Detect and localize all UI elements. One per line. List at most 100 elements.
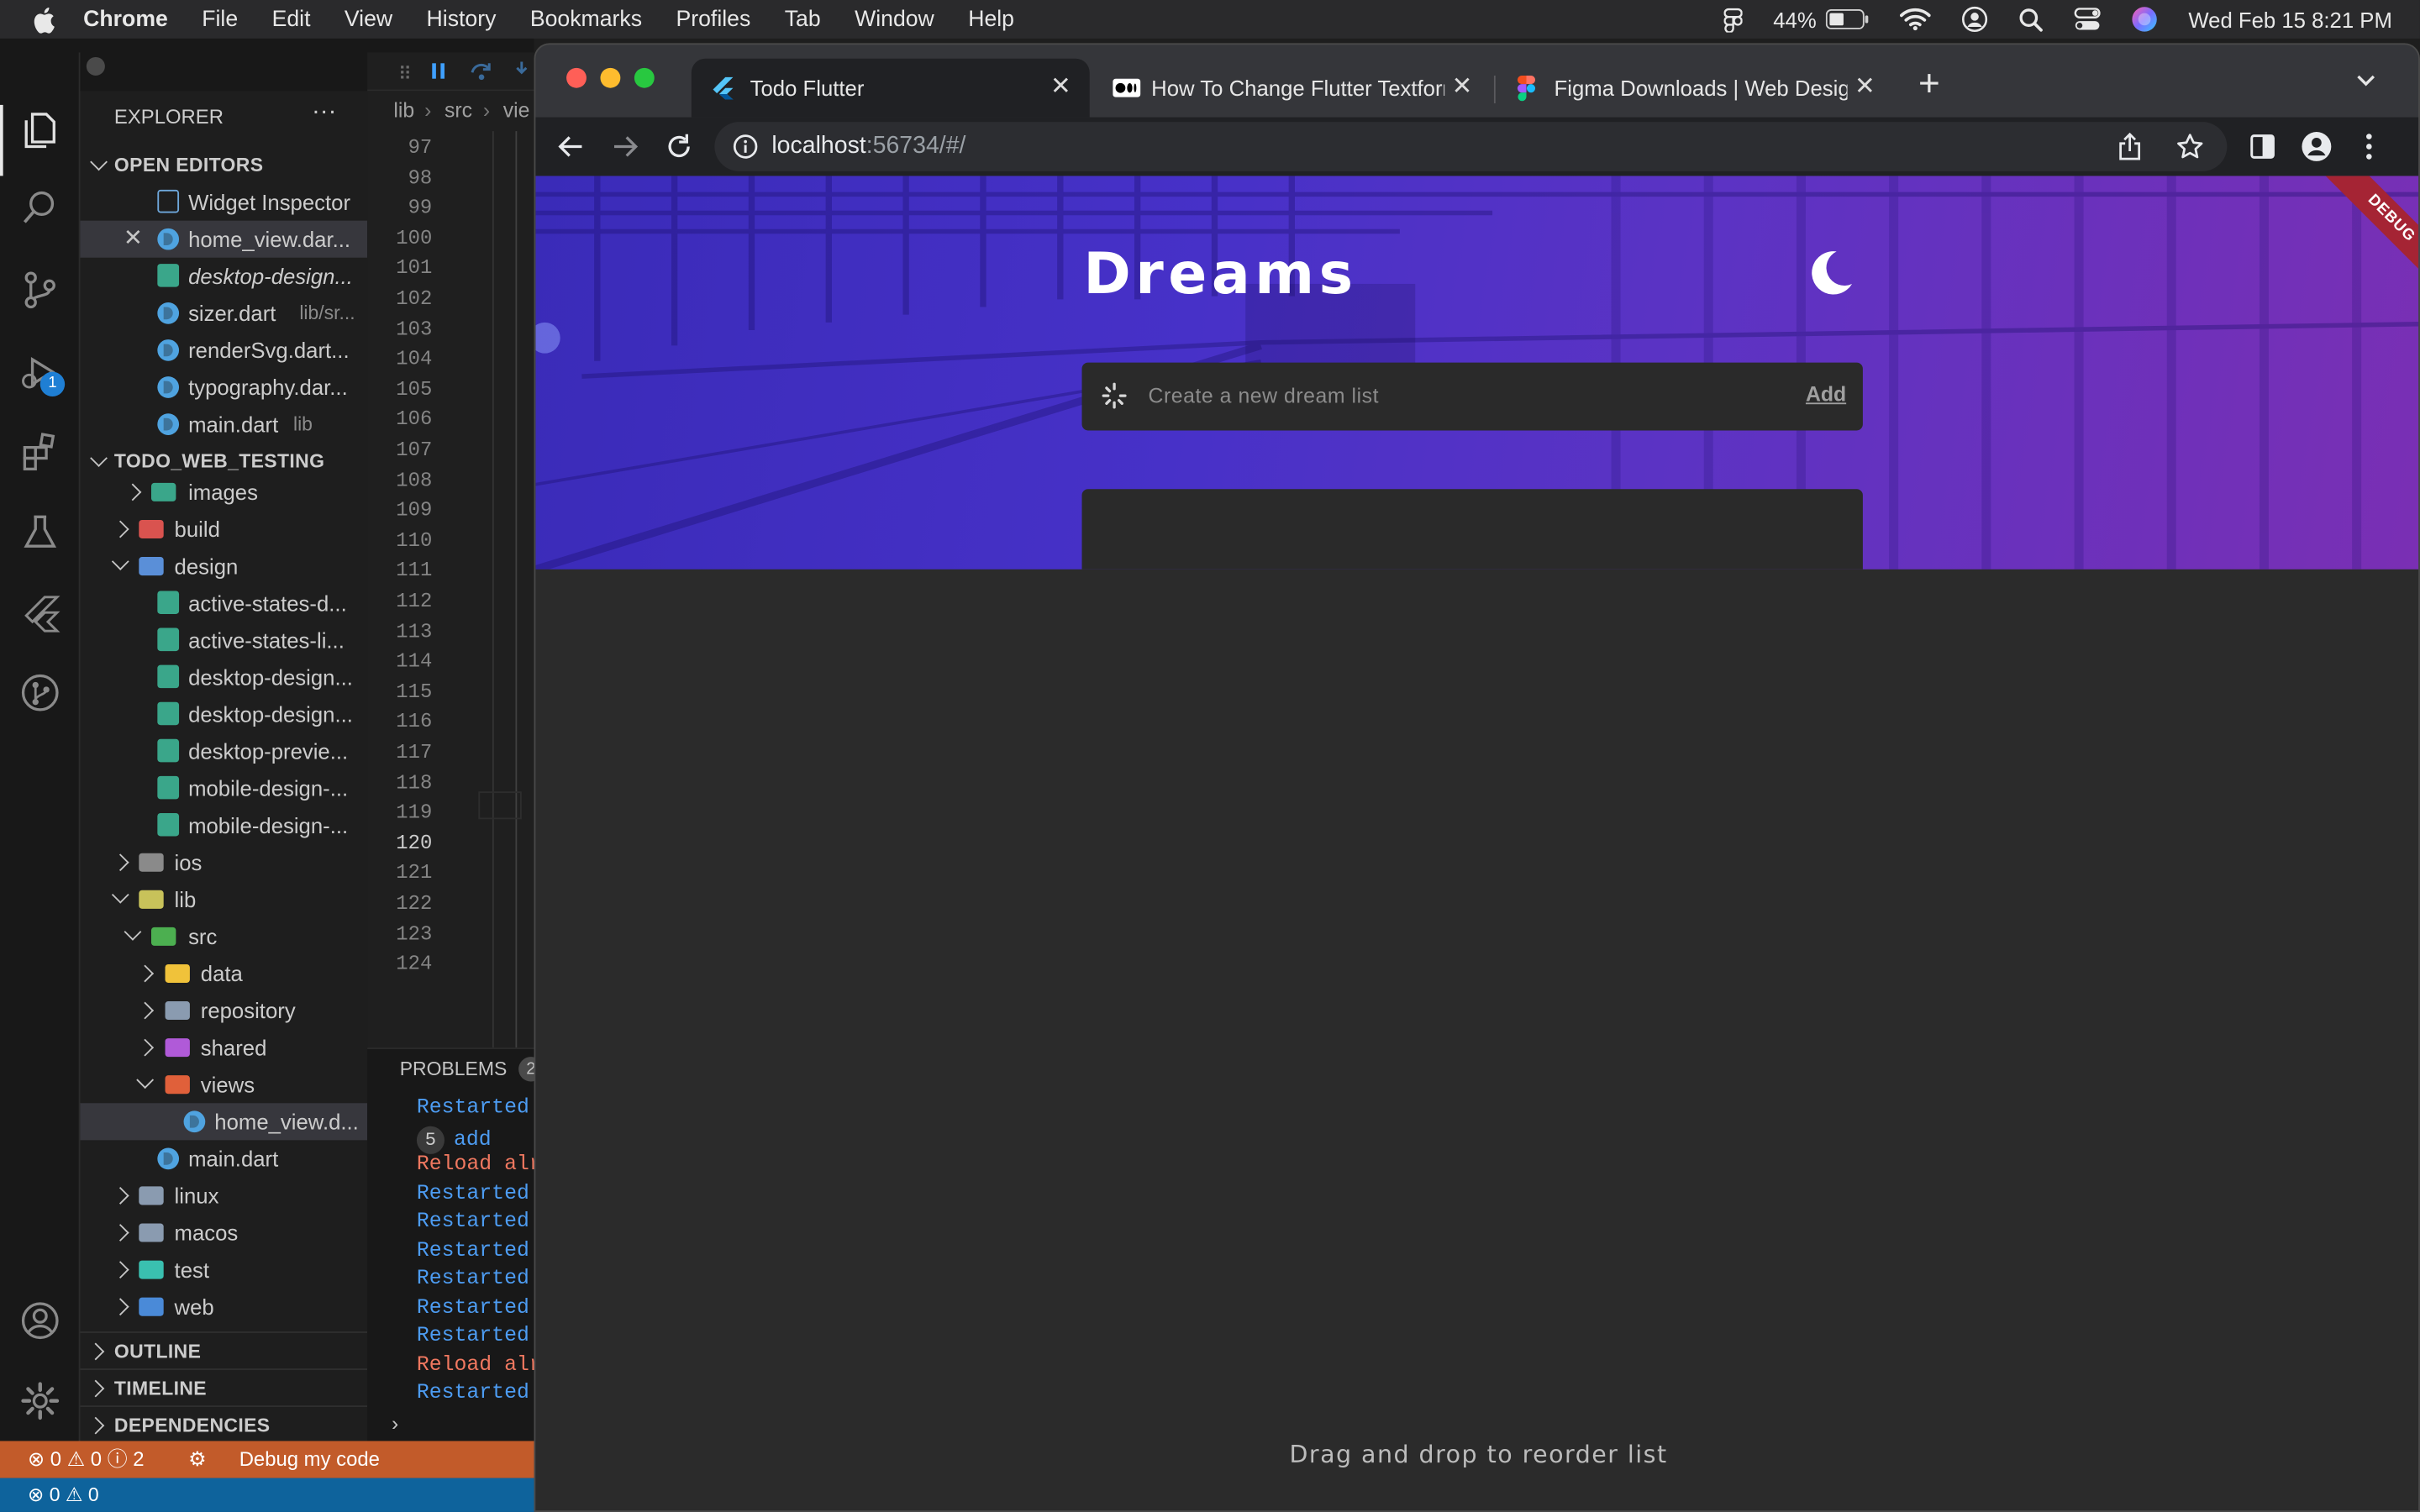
side-panel-icon[interactable]	[2250, 134, 2275, 159]
battery-icon[interactable]	[1825, 9, 1869, 29]
source-control-icon[interactable]	[18, 269, 61, 312]
figma-menu-icon[interactable]	[1723, 7, 1743, 32]
tree-folder-macos[interactable]: macos	[81, 1214, 368, 1251]
open-editor-item[interactable]: desktop-design...	[81, 258, 368, 295]
tab-todo-flutter[interactable]: Todo Flutter ✕	[691, 58, 1090, 118]
close-tab-icon[interactable]: ✕	[1050, 59, 1071, 118]
debug-configuration[interactable]: Debug my code	[239, 1441, 380, 1478]
forward-arrow-icon[interactable]	[611, 133, 639, 160]
tree-file[interactable]: desktop-design...	[81, 696, 368, 732]
breadcrumb-item[interactable]: lib	[393, 91, 414, 131]
tree-folder-ios[interactable]: ios	[81, 844, 368, 881]
new-dream-input[interactable]: Create a new dream list Add	[1081, 362, 1863, 431]
tab-search-dropdown-icon[interactable]	[2357, 74, 2375, 87]
tab-medium-article[interactable]: How To Change Flutter Textform ✕	[1092, 59, 1491, 118]
tree-file[interactable]: main.dart	[81, 1140, 368, 1177]
spotlight-search-icon[interactable]	[2018, 7, 2043, 31]
tree-file[interactable]: mobile-design-...	[81, 807, 368, 844]
status-problems[interactable]: ⊗ 0 ⚠ 0	[28, 1478, 99, 1512]
tree-folder-linux[interactable]: linux	[81, 1177, 368, 1214]
open-editor-item-active[interactable]: ✕ home_view.dar...	[80, 220, 368, 258]
breadcrumb-item[interactable]: vie	[503, 91, 530, 131]
tree-folder-web[interactable]: web	[81, 1289, 368, 1326]
zoom-window-button[interactable]	[634, 67, 655, 88]
pause-icon[interactable]	[429, 61, 448, 80]
close-editor-icon[interactable]: ✕	[124, 221, 143, 258]
back-arrow-icon[interactable]	[557, 133, 585, 160]
menu-help[interactable]: Help	[968, 7, 1014, 31]
open-editors-section[interactable]: OPEN EDITORS	[81, 146, 368, 183]
tree-file[interactable]: mobile-design-...	[81, 770, 368, 807]
profile-avatar-icon[interactable]	[2302, 131, 2333, 162]
open-editor-item[interactable]: renderSvg.dart...	[81, 332, 368, 369]
console-input-chevron-icon[interactable]: ›	[389, 1413, 401, 1436]
tree-file[interactable]: active-states-li...	[81, 622, 368, 659]
tab-figma-downloads[interactable]: Figma Downloads | Web Design ✕	[1496, 59, 1894, 118]
new-tab-button[interactable]: +	[1918, 66, 1940, 103]
vscode-zoom-button[interactable]	[86, 56, 105, 76]
menu-tab[interactable]: Tab	[785, 7, 821, 31]
bookmark-star-icon[interactable]	[2176, 133, 2204, 160]
tree-folder-src[interactable]: src	[81, 918, 368, 955]
status-errors[interactable]: ⊗ 0 ⚠ 0 ⓘ 2	[28, 1441, 144, 1478]
step-into-icon[interactable]	[513, 60, 531, 82]
dark-mode-moon-icon[interactable]	[1804, 247, 1856, 299]
wifi-icon[interactable]	[1899, 8, 1931, 31]
user-account-icon[interactable]	[1961, 6, 1988, 33]
tree-file-selected[interactable]: home_view.d...	[80, 1103, 368, 1141]
tree-file[interactable]: active-states-d...	[81, 585, 368, 622]
open-editor-item[interactable]: Widget Inspector	[81, 184, 368, 221]
site-info-icon[interactable]	[733, 134, 758, 159]
apple-icon[interactable]	[31, 5, 55, 33]
debug-run-icon[interactable]: ⚙	[188, 1441, 206, 1478]
step-over-icon[interactable]	[469, 60, 493, 82]
drag-handle-icon[interactable]: ⠿	[398, 63, 412, 85]
tree-folder-lib[interactable]: lib	[81, 881, 368, 918]
chrome-menu-icon[interactable]	[2366, 133, 2372, 160]
menu-window[interactable]: Window	[855, 7, 934, 31]
tree-folder-repository[interactable]: repository	[81, 992, 368, 1029]
testing-icon[interactable]	[18, 511, 61, 554]
share-icon[interactable]	[2119, 132, 2141, 160]
menu-history[interactable]: History	[427, 7, 497, 31]
debug-console[interactable]: Restarted 5 add Reload alr Restarted Restarte…	[367, 1097, 542, 1421]
tree-file[interactable]: desktop-design...	[81, 659, 368, 696]
close-window-button[interactable]	[566, 67, 587, 88]
search-icon[interactable]	[18, 186, 61, 229]
extensions-icon[interactable]	[18, 430, 61, 473]
open-editor-item[interactable]: main.dart lib	[81, 406, 368, 443]
address-bar[interactable]: localhost:56734/#/	[714, 122, 2228, 171]
menu-file[interactable]: File	[202, 7, 238, 31]
explorer-more-actions[interactable]: ···	[312, 99, 336, 132]
open-editor-item[interactable]: sizer.dart lib/sr...	[81, 295, 368, 332]
git-graph-icon[interactable]	[18, 671, 61, 714]
flutter-icon[interactable]	[18, 592, 61, 635]
breadcrumb-item[interactable]: src	[445, 91, 472, 131]
add-button[interactable]: Add	[1806, 383, 1846, 407]
accounts-icon[interactable]	[18, 1299, 61, 1342]
problems-tab[interactable]: PROBLEMS	[400, 1049, 508, 1089]
tree-folder-test[interactable]: test	[81, 1252, 368, 1289]
tree-folder-build[interactable]: build	[81, 511, 368, 548]
tree-file[interactable]: desktop-previe...	[81, 732, 368, 769]
reload-icon[interactable]	[666, 133, 693, 160]
minimize-window-button[interactable]	[600, 67, 621, 88]
tree-folder-images[interactable]: images	[81, 474, 368, 511]
tree-folder-design[interactable]: design	[81, 548, 368, 585]
close-tab-icon[interactable]: ✕	[1452, 59, 1473, 118]
code-editor[interactable]: lib › src › vie 97 98 99 100 101 102 103 104 105…	[367, 91, 534, 1048]
timeline-section[interactable]: TIMELINE	[80, 1368, 368, 1405]
siri-icon[interactable]	[2131, 6, 2157, 32]
explorer-icon[interactable]	[18, 108, 61, 151]
control-center-icon[interactable]	[2074, 8, 2101, 31]
menu-edit[interactable]: Edit	[272, 7, 311, 31]
tree-folder-data[interactable]: data	[81, 955, 368, 992]
menubar-datetime[interactable]: Wed Feb 15 8:21 PM	[2188, 7, 2392, 31]
open-editor-item[interactable]: typography.dar...	[81, 369, 368, 406]
close-tab-icon[interactable]: ✕	[1854, 59, 1876, 118]
menu-view[interactable]: View	[345, 7, 392, 31]
outline-section[interactable]: OUTLINE	[80, 1331, 368, 1368]
dependencies-section[interactable]: DEPENDENCIES	[80, 1405, 368, 1442]
menu-bookmarks[interactable]: Bookmarks	[530, 7, 642, 31]
menu-profiles[interactable]: Profiles	[676, 7, 750, 31]
